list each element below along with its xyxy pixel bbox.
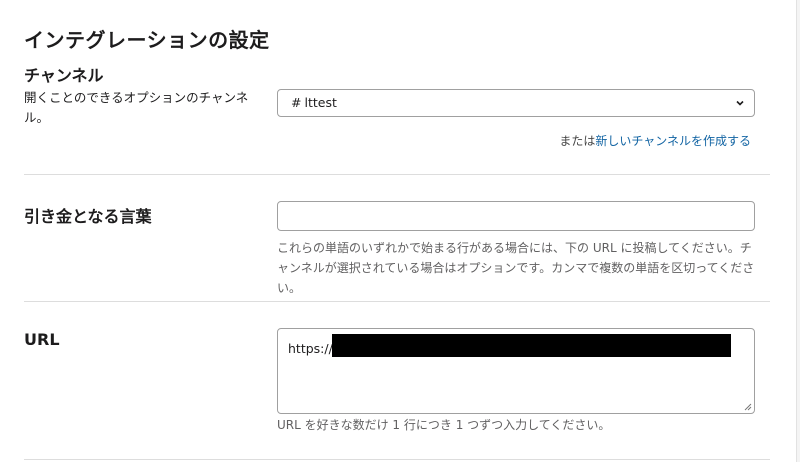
channel-selected-value: lttest — [304, 95, 337, 110]
channel-select[interactable]: # lttest — [277, 89, 755, 117]
channel-hash: # — [291, 95, 302, 110]
chevron-down-icon — [736, 100, 744, 106]
url-help: URL を好きな数だけ 1 行につき 1 つずつ入力してください。 — [277, 418, 611, 432]
trigger-words-label: 引き金となる言葉 — [24, 207, 152, 226]
create-channel-prefix: または — [559, 134, 596, 148]
resize-handle-icon[interactable] — [744, 403, 752, 411]
divider — [24, 459, 770, 460]
channel-label: チャンネル — [24, 66, 104, 85]
channel-description: 開くことのできるオプションのチャンネル。 — [24, 90, 249, 125]
page-title: インテグレーションの設定 — [24, 28, 270, 52]
divider — [24, 301, 770, 302]
redacted-url — [332, 334, 731, 357]
divider — [24, 174, 770, 175]
create-channel-link[interactable]: 新しいチャンネルを作成する — [595, 134, 751, 148]
trigger-words-input[interactable] — [277, 201, 755, 231]
url-textarea[interactable]: https:// — [277, 328, 755, 414]
url-label: URL — [24, 330, 60, 349]
trigger-words-help: これらの単語のいずれかで始まる行がある場合には、下の URL に投稿してください… — [277, 241, 755, 295]
url-value-prefix: https:// — [288, 341, 333, 356]
create-channel-line: または新しいチャンネルを作成する — [559, 132, 751, 149]
integration-settings-panel: インテグレーションの設定 チャンネル 開くことのできるオプションのチャンネル。 … — [0, 0, 797, 462]
